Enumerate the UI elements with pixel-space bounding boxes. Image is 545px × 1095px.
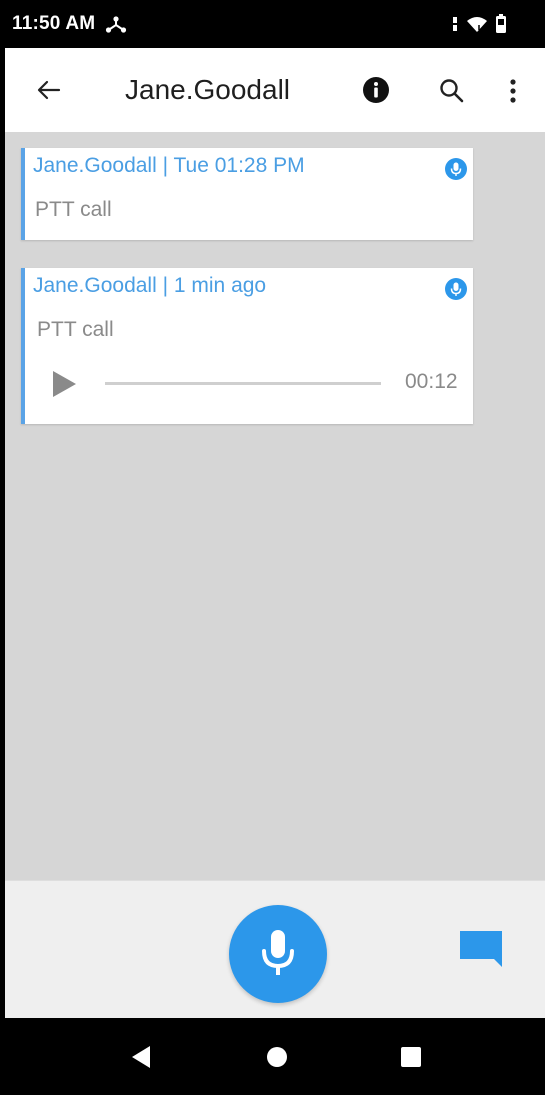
status-left: 11:50 AM	[12, 13, 127, 35]
mic-icon	[445, 278, 467, 300]
message-header: Jane.Goodall | 1 min ago	[33, 274, 267, 297]
search-icon[interactable]	[437, 76, 467, 106]
message-header: Jane.Goodall | Tue 01:28 PM	[33, 154, 305, 177]
status-right	[451, 14, 507, 34]
message-list[interactable]: Jane.Goodall | Tue 01:28 PM PTT call Jan…	[5, 132, 545, 878]
nav-back-icon[interactable]	[130, 1044, 152, 1070]
conversation-title: Jane.Goodall	[125, 74, 291, 105]
play-icon[interactable]	[49, 368, 79, 400]
bottom-action-bar	[5, 880, 545, 1018]
system-nav-bar	[0, 1018, 545, 1095]
battery-icon	[495, 14, 507, 34]
message-card[interactable]: Jane.Goodall | Tue 01:28 PM PTT call	[21, 148, 473, 240]
top-app-bar: Jane.Goodall	[5, 48, 545, 132]
message-body: PTT call	[37, 318, 114, 341]
audio-player: 00:12	[25, 364, 473, 404]
chat-screen: Jane.Goodall Jane.Goodall | Tue 01:28 PM…	[5, 48, 545, 1018]
status-time: 11:50 AM	[12, 13, 96, 34]
push-to-talk-button[interactable]	[229, 905, 327, 1003]
more-vert-icon[interactable]	[503, 76, 523, 106]
nav-recents-icon[interactable]	[400, 1046, 422, 1068]
device-screen: 11:50 AM Jane.Goodall Jane.Goodall | Tue…	[0, 0, 545, 1095]
vibrate-icon	[451, 16, 459, 32]
audio-seek-bar[interactable]	[105, 382, 381, 385]
audio-duration: 00:12	[405, 370, 458, 393]
chat-bubble-icon[interactable]	[457, 929, 505, 969]
message-body: PTT call	[35, 198, 112, 221]
info-icon[interactable]	[361, 75, 391, 105]
back-arrow-icon[interactable]	[33, 76, 65, 104]
message-card[interactable]: Jane.Goodall | 1 min ago PTT call 00:12	[21, 268, 473, 424]
mic-icon	[445, 158, 467, 180]
wifi-icon	[467, 16, 487, 32]
status-bar: 11:50 AM	[0, 0, 545, 48]
microphone-icon	[258, 928, 298, 980]
network-share-icon	[105, 15, 127, 33]
nav-home-icon[interactable]	[266, 1046, 288, 1068]
